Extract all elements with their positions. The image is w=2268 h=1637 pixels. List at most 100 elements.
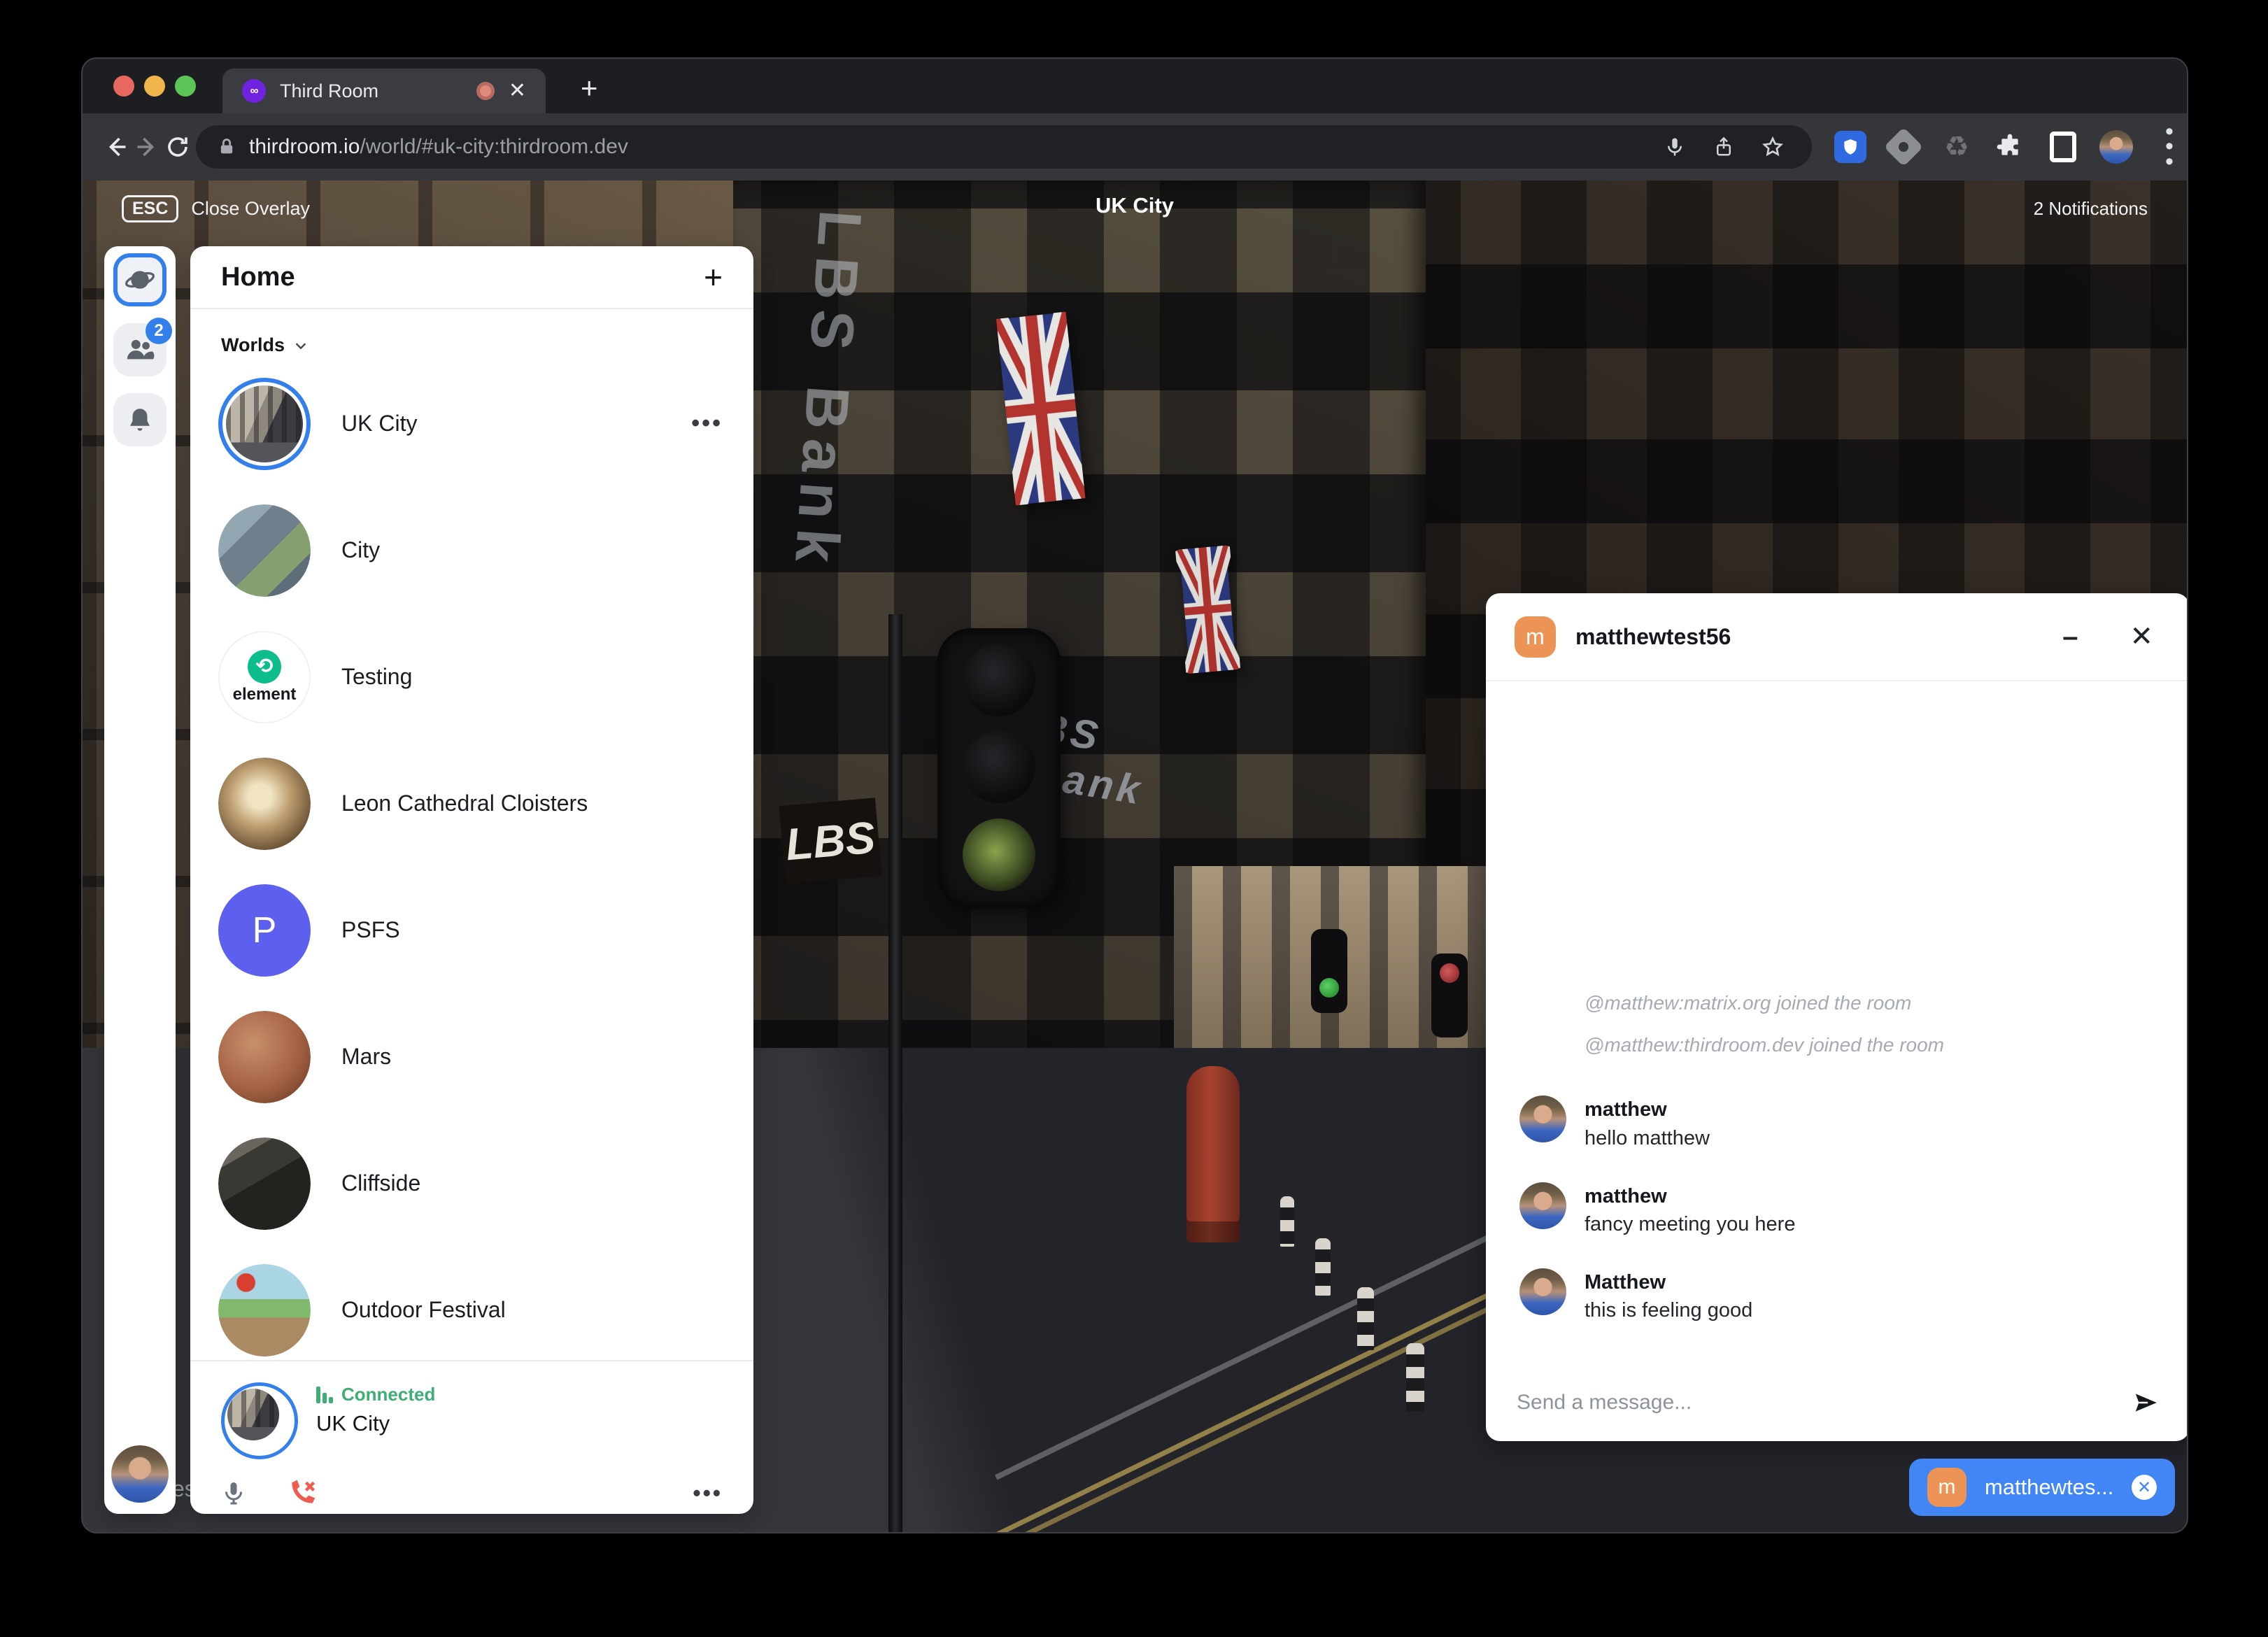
room-event: @matthew:thirdroom.dev joined the room	[1519, 1034, 2159, 1056]
worlds-section-header[interactable]: Worlds	[190, 309, 753, 360]
mic-permission-icon[interactable]	[1657, 136, 1693, 157]
browser-tab[interactable]: ∞ Third Room ✕	[222, 69, 546, 113]
room-event: @matthew:matrix.org joined the room	[1519, 992, 2159, 1014]
bell-icon	[125, 405, 155, 434]
mic-button[interactable]	[221, 1480, 246, 1505]
close-overlay-label[interactable]: Close Overlay	[191, 198, 310, 220]
world-avatar: ⟲ element	[218, 631, 311, 723]
message-input[interactable]: Send a message...	[1517, 1391, 2118, 1415]
chat-message: matthew hello matthew	[1519, 1096, 2159, 1152]
overlay-hud: ESC Close Overlay UK City 2 Notification…	[83, 180, 2187, 1532]
pill-label: matthewtes...	[1985, 1475, 2113, 1500]
home-worlds-button[interactable]	[113, 253, 166, 306]
address-bar[interactable]: thirdroom.io/world/#uk-city:thirdroom.de…	[196, 125, 1812, 169]
world-item-testing[interactable]: ⟲ element Testing	[218, 614, 753, 740]
extension-row: ♻ •••	[1833, 129, 2187, 164]
signal-bars-icon	[316, 1387, 333, 1403]
message-avatar	[1519, 1182, 1566, 1229]
dismiss-pill-icon[interactable]: ✕	[2132, 1475, 2157, 1500]
notifications-count[interactable]: 2 Notifications	[2034, 198, 2148, 220]
element-logo-text: element	[233, 685, 297, 704]
url-host: thirdroom.io	[249, 135, 360, 158]
user-avatar[interactable]	[111, 1445, 169, 1503]
hangup-button[interactable]	[287, 1477, 318, 1508]
url-path: /world/#uk-city:thirdroom.dev	[360, 135, 628, 158]
world-viewport[interactable]: LBS Bank BS Bank LBS	[83, 180, 2187, 1532]
element-logo-icon: ⟲	[248, 650, 281, 683]
panel-title: Home	[221, 262, 295, 292]
connected-world-name: UK City	[316, 1411, 435, 1436]
world-name: Testing	[341, 664, 723, 690]
world-avatar	[218, 1264, 311, 1356]
message-text: this is feeling good	[1585, 1296, 1752, 1325]
world-item-cliffside[interactable]: Cliffside	[218, 1120, 753, 1247]
browser-menu-icon[interactable]: •••	[2152, 129, 2187, 164]
tab-strip: ∞ Third Room ✕ +	[83, 59, 2187, 113]
share-icon[interactable]	[1706, 136, 1742, 157]
side-panel-icon[interactable]	[2046, 129, 2081, 164]
chat-message: Matthew this is feeling good	[1519, 1268, 2159, 1325]
close-window-button[interactable]	[113, 76, 134, 97]
more-options-icon[interactable]: •••	[691, 410, 723, 437]
third-room-favicon: ∞	[242, 79, 266, 103]
world-item-leon-cathedral[interactable]: Leon Cathedral Cloisters	[218, 740, 753, 867]
back-button[interactable]	[104, 127, 129, 166]
world-name: City	[341, 537, 723, 563]
screenshot-root: ∞ Third Room ✕ + thirdroom.io/wor	[0, 0, 2268, 1637]
world-avatar	[218, 504, 311, 597]
create-world-button[interactable]: +	[704, 258, 723, 296]
friends-button[interactable]: 2	[113, 323, 166, 376]
lock-icon[interactable]	[217, 137, 236, 157]
tab-title: Third Room	[280, 80, 462, 102]
browser-profile-avatar[interactable]	[2099, 129, 2134, 164]
connection-status-footer: Connected UK City	[190, 1360, 753, 1514]
more-options-icon[interactable]: •••	[693, 1480, 723, 1506]
zoom-window-button[interactable]	[175, 76, 196, 97]
forward-button[interactable]	[134, 127, 160, 166]
world-item-psfs[interactable]: P PSFS	[218, 867, 753, 993]
send-message-button[interactable]	[2132, 1389, 2159, 1416]
message-text: fancy meeting you here	[1585, 1210, 1795, 1239]
world-name: PSFS	[341, 917, 723, 943]
sidebar-rail: 2	[104, 246, 176, 1514]
chat-window: m matthewtest56 – ✕ @matthew:matrix.org …	[1486, 593, 2187, 1441]
chat-message: matthew fancy meeting you here	[1519, 1182, 2159, 1239]
notifications-button[interactable]	[113, 393, 166, 446]
world-item-city[interactable]: City	[218, 487, 753, 614]
active-chat-pill[interactable]: m matthewtes... ✕	[1909, 1459, 2175, 1516]
browser-toolbar: thirdroom.io/world/#uk-city:thirdroom.de…	[83, 113, 2187, 180]
reload-button[interactable]	[165, 127, 190, 166]
world-avatar	[218, 758, 311, 850]
dev-extension-icon[interactable]	[1886, 129, 1921, 164]
chat-title: matthewtest56	[1575, 624, 2043, 650]
world-name: Leon Cathedral Cloisters	[341, 791, 723, 816]
mic-icon	[221, 1480, 246, 1505]
world-avatar: P	[218, 884, 311, 977]
pill-avatar: m	[1927, 1468, 1966, 1507]
world-item-outdoor-festival[interactable]: Outdoor Festival	[218, 1247, 753, 1360]
world-item-uk-city[interactable]: UK City •••	[218, 360, 753, 487]
browser-window: ∞ Third Room ✕ + thirdroom.io/wor	[81, 57, 2188, 1533]
minimize-window-button[interactable]	[144, 76, 165, 97]
chat-avatar: m	[1515, 616, 1556, 658]
recycle-extension-icon[interactable]: ♻	[1939, 129, 1974, 164]
world-item-mars[interactable]: Mars	[218, 993, 753, 1120]
message-text: hello matthew	[1585, 1124, 1710, 1153]
message-sender: matthew	[1585, 1096, 1710, 1124]
close-chat-icon[interactable]: ✕	[2129, 621, 2153, 653]
esc-key-badge: ESC	[122, 195, 178, 222]
bookmark-star-icon[interactable]	[1755, 136, 1791, 158]
extensions-puzzle-icon[interactable]	[1992, 129, 2027, 164]
message-sender: matthew	[1585, 1182, 1795, 1211]
new-tab-button[interactable]: +	[581, 71, 598, 105]
password-manager-extension-icon[interactable]	[1833, 129, 1868, 164]
message-avatar	[1519, 1268, 1566, 1315]
message-avatar	[1519, 1096, 1566, 1142]
world-avatar	[218, 1011, 311, 1103]
close-tab-icon[interactable]: ✕	[509, 80, 526, 101]
macos-window-controls	[113, 76, 196, 97]
world-avatar	[218, 1138, 311, 1230]
chat-messages[interactable]: @matthew:matrix.org joined the room @mat…	[1486, 681, 2187, 1364]
chat-input-row: Send a message...	[1486, 1364, 2187, 1441]
overlay-top-bar: ESC Close Overlay UK City 2 Notification…	[83, 180, 2187, 236]
